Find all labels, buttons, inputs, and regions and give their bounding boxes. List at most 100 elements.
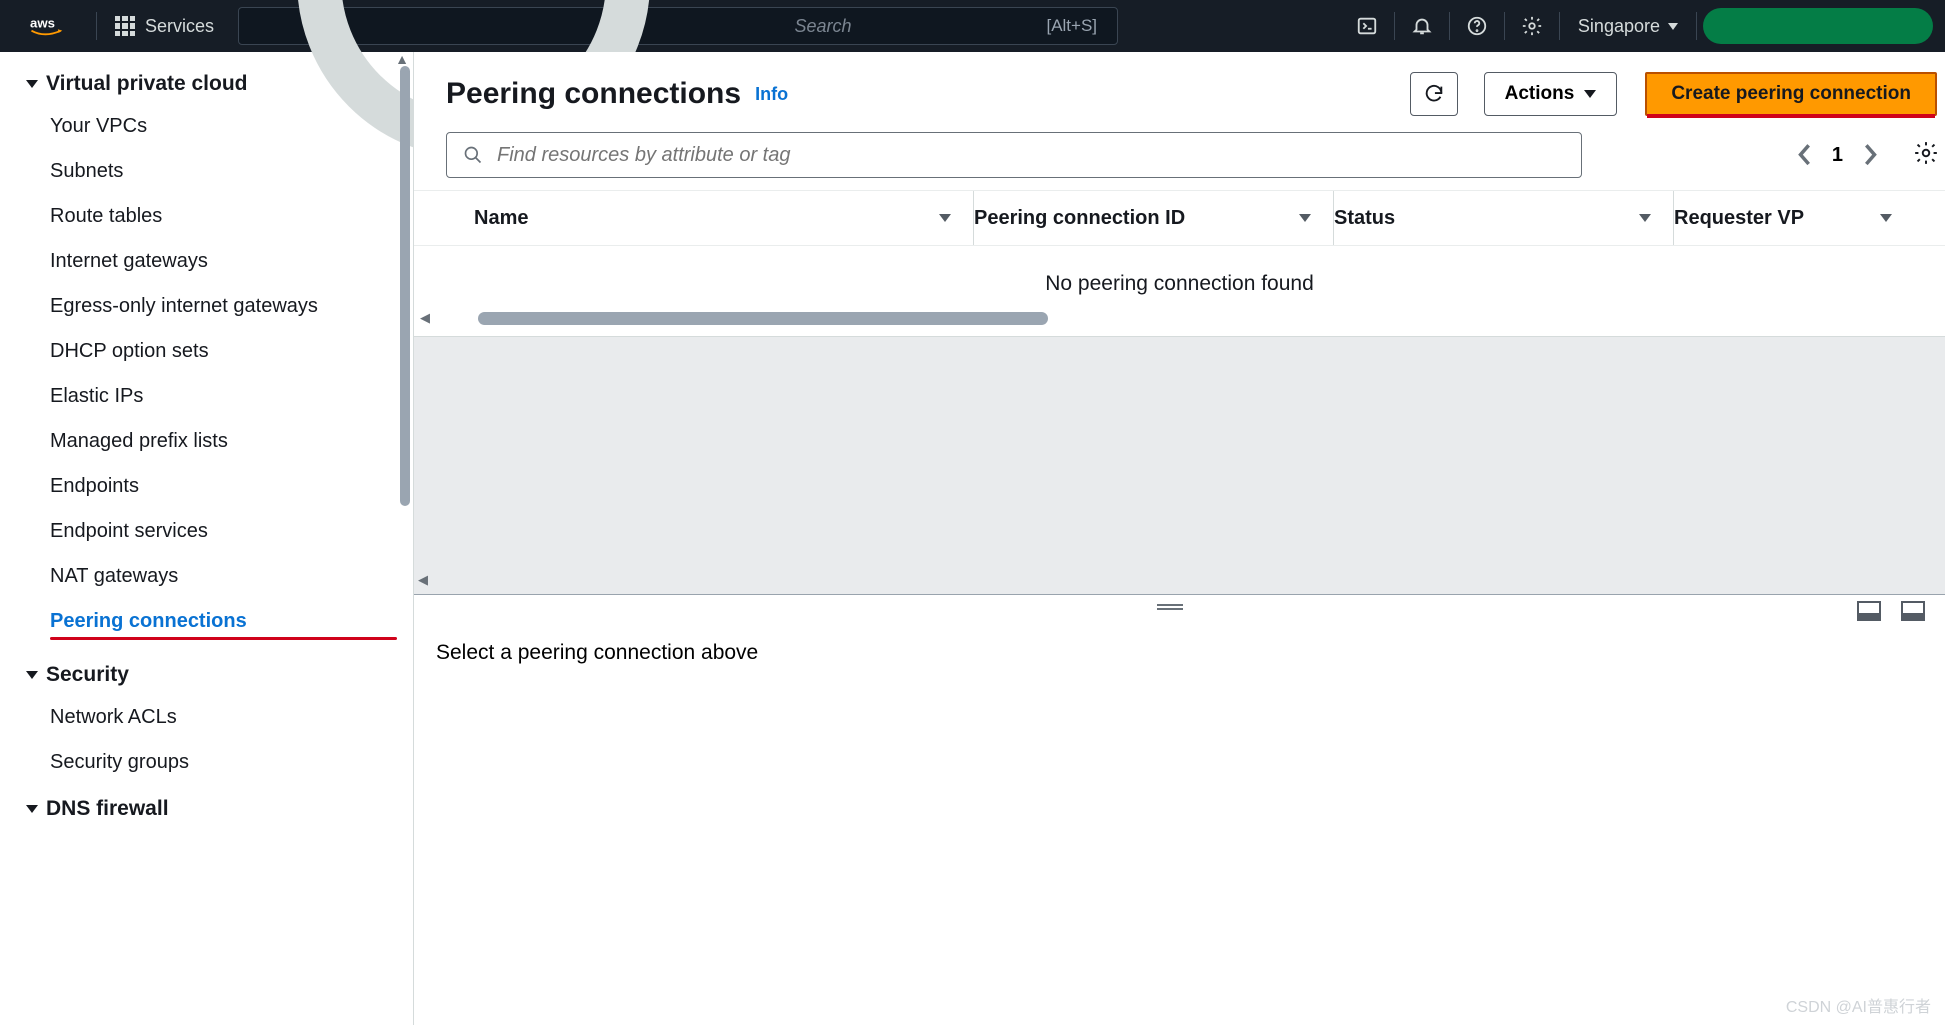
caret-down-icon [26,671,38,679]
sidebar: ▲ Virtual private cloud Your VPCs Subnets R… [0,52,414,1025]
sidebar-item-network-acls[interactable]: Network ACLs [0,695,413,740]
sidebar-item-endpoint-services[interactable]: Endpoint services [0,509,413,554]
content-area: Peering connections Info Actions Create … [414,52,1945,1025]
column-label: Peering connection ID [974,207,1185,230]
sidebar-section-header[interactable]: Virtual private cloud [0,64,413,104]
sidebar-item-label: Security groups [50,751,189,773]
sidebar-item-label: Subnets [50,160,123,182]
services-grid-icon [115,16,135,36]
sort-caret-icon [1299,214,1311,222]
region-label: Singapore [1578,16,1660,37]
sidebar-item-label: Egress-only internet gateways [50,295,318,317]
sidebar-item-route-tables[interactable]: Route tables [0,194,413,239]
chevron-down-icon [1584,90,1596,98]
global-search-input[interactable] [794,16,1028,37]
cloudshell-icon [1356,15,1378,37]
create-peering-connection-button[interactable]: Create peering connection [1645,72,1937,116]
sidebar-item-dhcp-option-sets[interactable]: DHCP option sets [0,329,413,374]
detail-placeholder-message: Select a peering connection above [414,619,1925,665]
filter-input-wrapper[interactable] [446,132,1582,178]
column-header-requester-vp[interactable]: Requester VP [1674,191,1914,245]
split-drag-handle[interactable] [414,595,1925,619]
sidebar-item-label: NAT gateways [50,565,178,587]
sort-caret-icon [1880,214,1892,222]
refresh-icon [1423,83,1445,105]
sort-caret-icon [939,214,951,222]
settings-button[interactable] [1505,0,1559,52]
column-label: Status [1334,207,1395,230]
sidebar-item-managed-prefix-lists[interactable]: Managed prefix lists [0,419,413,464]
services-menu-button[interactable]: Services [97,16,232,37]
sidebar-item-label: Your VPCs [50,115,147,137]
column-label: Name [474,207,528,230]
sidebar-item-label: Internet gateways [50,250,208,272]
column-header-peering-connection-id[interactable]: Peering connection ID [974,191,1334,245]
account-menu-button[interactable] [1703,8,1933,44]
help-button[interactable] [1450,0,1504,52]
scrollbar-thumb[interactable] [478,312,1048,325]
scroll-left-icon[interactable]: ◀ [420,310,430,326]
notifications-button[interactable] [1395,0,1449,52]
region-selector[interactable]: Singapore [1560,16,1696,37]
aws-logo[interactable]: aws [0,16,96,37]
table-header-row: Name Peering connection ID Status Requester… [414,190,1945,246]
panel-layout-bottom-icon[interactable] [1857,601,1881,621]
refresh-button[interactable] [1410,72,1458,116]
sidebar-item-security-groups[interactable]: Security groups [0,740,413,785]
sidebar-item-peering-connections[interactable]: Peering connections [0,599,413,651]
actions-label: Actions [1505,83,1575,105]
caret-down-icon [26,80,38,88]
table-preferences-button[interactable] [1913,140,1939,171]
sidebar-section-title: Security [46,663,129,687]
column-header-name[interactable]: Name [474,191,974,245]
sidebar-item-subnets[interactable]: Subnets [0,149,413,194]
gear-icon [1913,140,1939,166]
actions-dropdown[interactable]: Actions [1484,72,1618,116]
global-search[interactable]: [Alt+S] [238,7,1118,45]
sidebar-section-header[interactable]: DNS firewall [0,789,413,829]
chevron-left-icon [1797,143,1811,166]
sidebar-item-label: Elastic IPs [50,385,143,407]
panel-layout-side-icon[interactable] [1901,601,1925,621]
sort-caret-icon [1639,214,1651,222]
detail-panel: Select a peering connection above [414,594,1945,1025]
sidebar-item-endpoints[interactable]: Endpoints [0,464,413,509]
page-next-button[interactable] [1859,143,1883,167]
horizontal-scrollbar[interactable]: ◀ [414,308,1945,336]
empty-state-message: No peering connection found [414,246,1945,308]
page-prev-button[interactable] [1792,143,1816,167]
sidebar-item-label: Managed prefix lists [50,430,228,452]
filter-input[interactable] [497,144,1565,167]
highlight-underline [50,637,397,640]
scroll-left-icon[interactable]: ◀ [418,572,428,588]
sidebar-item-label: Endpoints [50,475,139,497]
sidebar-item-nat-gateways[interactable]: NAT gateways [0,554,413,599]
sidebar-item-egress-only-internet-gateways[interactable]: Egress-only internet gateways [0,284,413,329]
column-header-status[interactable]: Status [1334,191,1674,245]
sidebar-item-your-vpcs[interactable]: Your VPCs [0,104,413,149]
search-icon [463,145,483,165]
drag-handle-icon [1157,604,1183,606]
sidebar-item-elastic-ips[interactable]: Elastic IPs [0,374,413,419]
nav-divider [1696,12,1697,40]
sidebar-collapse-icon[interactable]: ▲ [395,52,409,67]
cloudshell-button[interactable] [1340,0,1394,52]
sidebar-section-header[interactable]: Security [0,655,413,695]
main-area: ▲ Virtual private cloud Your VPCs Subnets R… [0,52,1945,1025]
filter-row: 1 [414,132,1945,190]
sidebar-item-internet-gateways[interactable]: Internet gateways [0,239,413,284]
top-nav: aws Services [Alt+S] Singapore [0,0,1945,52]
column-label: Requester VP [1674,207,1804,230]
page-title: Peering connections [446,77,741,111]
panel-layout-controls [1857,601,1925,621]
sidebar-section-title: DNS firewall [46,797,169,821]
bell-icon [1411,15,1433,37]
sidebar-scrollbar-thumb[interactable] [400,66,410,506]
create-button-label: Create peering connection [1671,83,1911,105]
info-link[interactable]: Info [755,84,788,105]
help-icon [1466,15,1488,37]
page-number: 1 [1832,144,1843,167]
services-label: Services [145,16,214,37]
chevron-down-icon [1668,23,1678,30]
search-shortcut-hint: [Alt+S] [1040,16,1103,36]
